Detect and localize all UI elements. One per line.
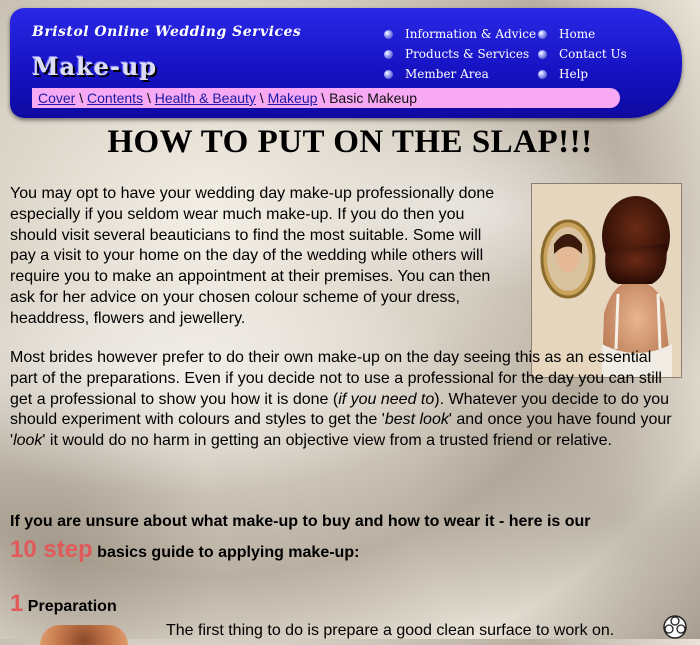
- step-1-photo: [40, 625, 128, 645]
- nav-member-area[interactable]: Member Area: [384, 64, 536, 84]
- step-1-text: The first thing to do is prepare a good …: [166, 622, 615, 639]
- breadcrumb-health-beauty[interactable]: Health & Beauty: [155, 90, 256, 106]
- nav-contact-us[interactable]: Contact Us: [538, 44, 627, 64]
- nav-left: Information & Advice Products & Services…: [384, 24, 536, 84]
- bullet-icon: [538, 70, 547, 79]
- nav-products-services[interactable]: Products & Services: [384, 44, 536, 64]
- page-headline: HOW TO PUT ON THE SLAP!!!: [107, 124, 593, 160]
- nav-home[interactable]: Home: [538, 24, 627, 44]
- bullet-icon: [384, 50, 393, 59]
- breadcrumb: Cover \ Contents \ Health & Beauty \ Mak…: [32, 88, 620, 108]
- section-title: Make-up: [32, 52, 158, 81]
- bullet-icon: [538, 30, 547, 39]
- step-1-heading: 1 Preparation: [10, 590, 117, 617]
- bullet-icon: [538, 50, 547, 59]
- site-header: Bristol Online Wedding Services Make-up …: [10, 8, 682, 118]
- breadcrumb-makeup[interactable]: Makeup: [268, 90, 318, 106]
- nav-right: Home Contact Us Help: [538, 24, 627, 84]
- ten-step-highlight: 10 step: [10, 536, 93, 563]
- nav-information-advice[interactable]: Information & Advice: [384, 24, 536, 44]
- flower-icon: [663, 615, 687, 639]
- guide-intro: If you are unsure about what make-up to …: [10, 513, 591, 563]
- bullet-icon: [384, 70, 393, 79]
- breadcrumb-contents[interactable]: Contents: [87, 90, 143, 106]
- paragraph-professional: You may opt to have your wedding day mak…: [10, 185, 495, 327]
- paragraph-diy: Most brides however prefer to do their o…: [10, 349, 672, 450]
- site-title: Bristol Online Wedding Services: [32, 24, 302, 40]
- breadcrumb-current: Basic Makeup: [329, 90, 418, 106]
- nav-help[interactable]: Help: [538, 64, 627, 84]
- breadcrumb-cover[interactable]: Cover: [38, 90, 75, 106]
- bullet-icon: [384, 30, 393, 39]
